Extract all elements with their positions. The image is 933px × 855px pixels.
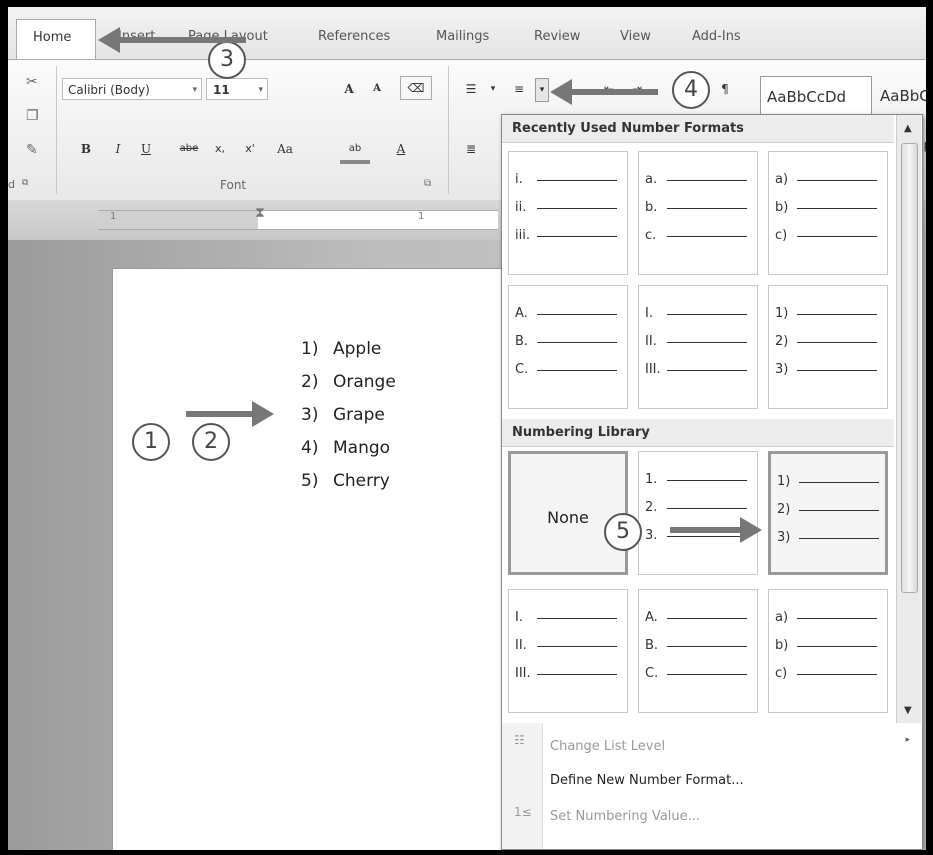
superscript-button[interactable]: x' xyxy=(240,138,260,160)
set-value-icon: 1≤ xyxy=(514,805,532,819)
set-numbering-value-item[interactable]: Set Numbering Value... xyxy=(550,809,700,824)
cut-icon[interactable]: ✂ xyxy=(26,74,38,90)
callout-2: 2 xyxy=(192,423,230,461)
tab-references[interactable]: References xyxy=(318,29,390,44)
arrow-left-icon xyxy=(550,79,658,105)
format-cell-lower-roman[interactable]: i. ii. iii. xyxy=(508,151,628,275)
ruler-mark: 1 xyxy=(110,211,117,222)
list-item[interactable]: 4) Mango xyxy=(301,438,390,458)
define-new-number-format-item[interactable]: Define New Number Format... xyxy=(550,773,744,788)
change-case-button[interactable]: Aa xyxy=(270,138,300,160)
ruler-margin xyxy=(98,211,258,229)
format-cell-lower-alpha-dot[interactable]: a. b. c. xyxy=(638,151,758,275)
font-name-value: Calibri (Body) xyxy=(68,83,150,97)
list-text: Mango xyxy=(333,438,391,458)
format-cell-upper-roman[interactable]: I. II. III. xyxy=(638,285,758,409)
change-list-level-item[interactable]: Change List Level xyxy=(550,739,665,754)
highlight-button[interactable]: ab xyxy=(340,138,370,164)
chevron-right-icon: ▸ xyxy=(905,735,910,745)
scrollbar-thumb[interactable] xyxy=(901,143,918,593)
list-text: Orange xyxy=(333,372,396,392)
callout-4: 4 xyxy=(672,71,710,109)
font-name-box[interactable]: Calibri (Body) ▾ xyxy=(62,78,202,100)
list-text: Grape xyxy=(333,405,385,425)
numbering-icon[interactable]: ≡ xyxy=(508,78,530,100)
list-text: Apple xyxy=(333,339,382,359)
grow-font-button[interactable]: A xyxy=(338,78,360,100)
format-cell-upper-alpha-library[interactable]: A. B. C. xyxy=(638,589,758,713)
scroll-up-icon[interactable]: ▲ xyxy=(904,123,912,134)
list-level-icon: ☷ xyxy=(514,733,525,747)
shrink-font-button[interactable]: A xyxy=(366,78,388,100)
clipboard-launcher-icon[interactable]: ⧉ xyxy=(22,178,28,188)
list-number: 4) xyxy=(301,438,319,458)
list-item[interactable]: 2) Orange xyxy=(301,372,396,392)
format-cell-number-paren[interactable]: 1) 2) 3) xyxy=(768,285,888,409)
italic-button[interactable]: I xyxy=(108,138,128,160)
tab-home[interactable]: Home xyxy=(16,19,96,59)
bold-button[interactable]: B xyxy=(76,138,96,160)
list-number: 5) xyxy=(301,471,319,491)
format-cell-upper-alpha[interactable]: A. B. C. xyxy=(508,285,628,409)
numbering-library-header: Numbering Library xyxy=(502,419,894,447)
arrow-right-icon xyxy=(186,401,274,427)
align-left-icon[interactable]: ≣ xyxy=(460,138,482,160)
font-launcher-icon[interactable]: ⧉ xyxy=(424,178,431,189)
ribbon-tab-bar: Home Insert Page Layout References Maili… xyxy=(8,7,926,65)
underline-button[interactable]: U xyxy=(136,138,156,160)
ruler-mark: 1 xyxy=(418,211,425,222)
strikethrough-button[interactable]: abe xyxy=(176,138,202,160)
list-item[interactable]: 5) Cherry xyxy=(301,471,390,491)
horizontal-ruler[interactable]: 1 1 xyxy=(98,210,498,230)
bullets-icon[interactable]: ☰ xyxy=(460,78,482,100)
list-number: 1) xyxy=(301,339,319,359)
font-group-label: Font xyxy=(220,178,247,192)
tab-view[interactable]: View xyxy=(620,29,651,44)
indent-marker-icon[interactable]: ⧗ xyxy=(255,205,265,221)
callout-5: 5 xyxy=(604,513,642,551)
copy-icon[interactable]: ❐ xyxy=(26,108,39,124)
recent-formats-header: Recently Used Number Formats xyxy=(502,115,894,143)
font-size-value: 11 xyxy=(213,83,230,97)
font-size-box[interactable]: 11 ▾ xyxy=(206,78,268,100)
show-formatting-button[interactable]: ¶ xyxy=(714,78,736,100)
scroll-down-icon[interactable]: ▼ xyxy=(904,705,912,716)
tab-mailings[interactable]: Mailings xyxy=(436,29,489,44)
numbering-dropdown: Recently Used Number Formats i. ii. iii.… xyxy=(501,114,923,850)
list-text: Cherry xyxy=(333,471,390,491)
list-item[interactable]: 1) Apple xyxy=(301,339,381,359)
tab-review[interactable]: Review xyxy=(534,29,580,44)
callout-1: 1 xyxy=(132,423,170,461)
arrow-right-icon xyxy=(670,517,762,543)
format-painter-icon[interactable]: ✎ xyxy=(26,142,38,158)
list-number: 2) xyxy=(301,372,319,392)
format-cell-lower-alpha-paren[interactable]: a) b) c) xyxy=(768,151,888,275)
chevron-down-icon[interactable]: ▾ xyxy=(488,78,498,100)
chevron-down-icon[interactable]: ▾ xyxy=(192,79,197,101)
format-cell-number-dot[interactable]: 1. 2. 3. xyxy=(638,451,758,575)
word-window: Home Insert Page Layout References Maili… xyxy=(8,7,926,850)
numbering-dropdown-arrow[interactable]: ▾ xyxy=(535,78,549,102)
divider xyxy=(56,66,57,194)
subscript-button[interactable]: x, xyxy=(210,138,230,160)
tab-add-ins[interactable]: Add-Ins xyxy=(692,29,741,44)
list-number: 3) xyxy=(301,405,319,425)
font-color-button[interactable]: A xyxy=(390,138,412,160)
clipboard-group-label: d xyxy=(8,178,15,191)
chevron-down-icon[interactable]: ▾ xyxy=(258,79,263,101)
list-item[interactable]: 3) Grape xyxy=(301,405,385,425)
dropdown-scrollbar[interactable]: ▲ ▼ xyxy=(896,115,921,723)
arrow-left-icon xyxy=(98,27,246,53)
divider xyxy=(448,66,449,194)
clipboard-group: ✂ ❐ ✎ d ⧉ xyxy=(8,60,56,200)
document-page[interactable]: 1) Apple 2) Orange 3) Grape 4) Mango 5) Cherr… xyxy=(112,268,534,850)
format-cell-lower-alpha-library[interactable]: a) b) c) xyxy=(768,589,888,713)
callout-3: 3 xyxy=(208,41,246,79)
clear-formatting-icon[interactable]: ⌫ xyxy=(400,76,432,100)
format-cell-number-paren-library[interactable]: 1) 2) 3) xyxy=(768,451,888,575)
format-cell-none[interactable]: None xyxy=(508,451,628,575)
format-cell-upper-roman-library[interactable]: I. II. III. xyxy=(508,589,628,713)
